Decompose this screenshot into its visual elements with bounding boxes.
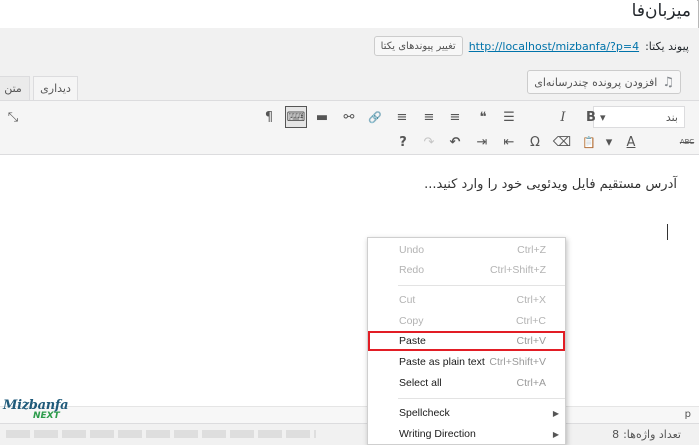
dropdown-icon[interactable]: ▾	[602, 131, 616, 153]
post-title-input[interactable]: میزبان‌فا	[632, 1, 691, 21]
menu-separator	[398, 285, 565, 286]
permalink-row: پیوند یکتا: http://localhost/mizbanfa/?p…	[373, 35, 689, 57]
redo-icon[interactable]: ↷	[418, 131, 440, 153]
paste-highlight-box	[368, 331, 565, 351]
media-icon: ♫	[662, 74, 674, 90]
menu-item-undo[interactable]: Undo Ctrl+Z	[368, 240, 565, 260]
menu-item-writing-direction[interactable]: Writing Direction ▶	[368, 424, 565, 444]
special-character-icon[interactable]: Ω	[524, 131, 546, 153]
outdent-icon[interactable]: ⇤	[498, 131, 520, 153]
submenu-arrow-icon: ▶	[552, 429, 559, 439]
submenu-arrow-icon: ▶	[552, 408, 559, 418]
unordered-list-icon[interactable]: ☰	[498, 106, 520, 128]
editor-toolbar: بند ▾ B I ☰ ❝ ≡ ≡ ≡ 🔗 ⚯ ▬ ⌨ ¶ ⤡ ABC A ▾ …	[0, 100, 699, 155]
italic-icon[interactable]: I	[552, 106, 574, 128]
element-path[interactable]: p	[685, 409, 691, 420]
align-center-icon[interactable]: ≡	[418, 106, 440, 128]
menu-item-copy[interactable]: Copy Ctrl+C	[368, 311, 565, 331]
toolbar-toggle-icon[interactable]: ⌨	[285, 106, 307, 128]
text-cursor	[667, 224, 668, 240]
format-select-value: بند	[665, 110, 678, 124]
add-media-label: افزودن پرونده چندرسانه‌ای	[534, 75, 658, 89]
context-menu: Undo Ctrl+Z Redo Ctrl+Shift+Z Cut Ctrl+X…	[367, 237, 566, 445]
tab-text[interactable]: متن	[0, 76, 30, 100]
logo-line2: NEXT	[33, 411, 60, 421]
menu-item-spellcheck[interactable]: Spellcheck ▶	[368, 403, 565, 423]
editor-footer: تعداد واژه‌ها: 8	[0, 423, 699, 445]
bold-icon[interactable]: B	[580, 106, 602, 128]
add-media-button[interactable]: ♫ افزودن پرونده چندرسانه‌ای	[527, 70, 681, 94]
paste-as-text-icon[interactable]: 📋	[578, 131, 600, 153]
menu-item-paste-plain[interactable]: Paste as plain text Ctrl+Shift+V	[368, 352, 565, 372]
word-count-value: 8	[612, 428, 620, 441]
editor-statusbar: p	[0, 406, 699, 423]
undo-icon[interactable]: ↶	[444, 131, 466, 153]
change-permalinks-button[interactable]: تغییر پیوندهای یکتا	[373, 36, 463, 56]
strikethrough-icon[interactable]: ABC	[676, 131, 698, 153]
word-count-label: تعداد واژه‌ها:	[623, 428, 681, 441]
unlink-icon[interactable]: ⚯	[338, 106, 360, 128]
permalink-label: پیوند یکتا:	[645, 39, 689, 53]
link-icon[interactable]: 🔗	[364, 106, 386, 128]
fullscreen-icon[interactable]: ⤡	[2, 106, 24, 128]
help-icon[interactable]: ?	[392, 131, 414, 153]
word-count: تعداد واژه‌ها: 8	[612, 428, 681, 441]
blockquote-icon[interactable]: ❝	[472, 106, 494, 128]
text-color-icon[interactable]: A	[620, 131, 642, 153]
clear-formatting-icon[interactable]: ⌫	[551, 131, 573, 153]
read-more-icon[interactable]: ▬	[311, 106, 333, 128]
permalink-url[interactable]: http://localhost/mizbanfa/?p=4	[469, 40, 639, 53]
mizbanfa-logo: Mizbanfa NEXT	[3, 398, 83, 428]
post-title-row: میزبان‌فا	[0, 0, 697, 28]
menu-item-redo[interactable]: Redo Ctrl+Shift+Z	[368, 260, 565, 280]
menu-item-cut[interactable]: Cut Ctrl+X	[368, 290, 565, 310]
editor-content-area[interactable]: آدرس مستقیم فایل ویدئویی خود را وارد کنی…	[0, 155, 699, 406]
indent-icon[interactable]: ⇥	[471, 131, 493, 153]
blurred-footer-text	[6, 430, 316, 438]
tab-visual[interactable]: دیداری	[33, 76, 78, 100]
format-select[interactable]: بند ▾	[593, 106, 685, 128]
align-right-icon[interactable]: ≡	[391, 106, 413, 128]
paragraph-icon[interactable]: ¶	[258, 106, 280, 128]
menu-separator	[398, 398, 565, 399]
menu-item-select-all[interactable]: Select all Ctrl+A	[368, 373, 565, 393]
editor-workarea: پیوند یکتا: http://localhost/mizbanfa/?p…	[0, 28, 699, 155]
align-left-icon[interactable]: ≡	[444, 106, 466, 128]
editor-body-text: آدرس مستقیم فایل ویدئویی خود را وارد کنی…	[424, 177, 677, 192]
